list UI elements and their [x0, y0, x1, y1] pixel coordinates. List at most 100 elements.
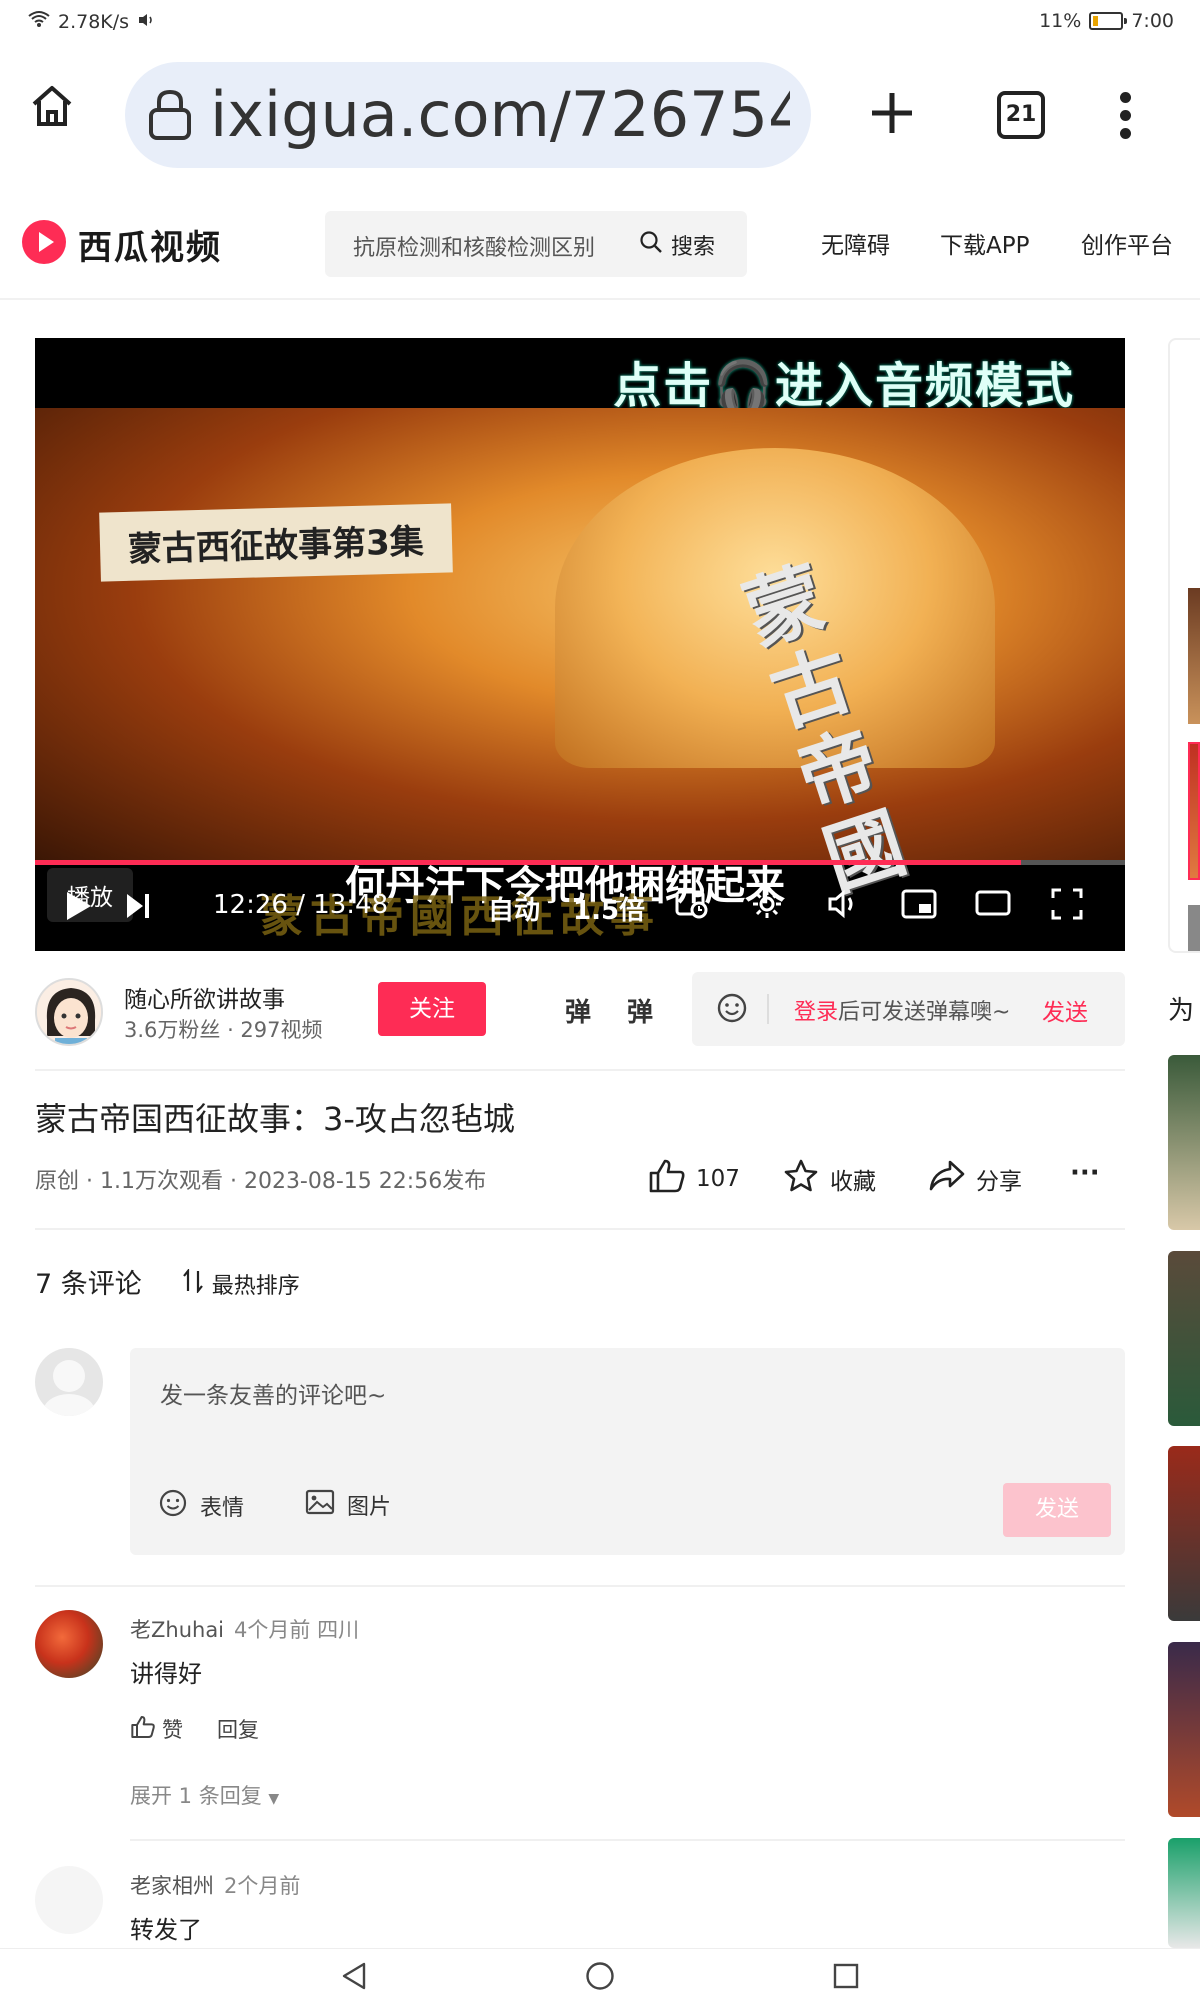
emoji-label: 表情 [200, 1496, 245, 1521]
author-name[interactable]: 随心所欲讲故事 [124, 980, 285, 1014]
sidebar-video-thumb[interactable] [1168, 1055, 1200, 1230]
volume-icon[interactable] [827, 888, 861, 927]
comment-text: 讲得好 [130, 1660, 202, 1688]
danmaku-input-bar[interactable]: 登录后可发送弹幕噢~ 发送 [692, 972, 1125, 1046]
nav-download-app[interactable]: 下载APP [940, 226, 1029, 260]
nav-creator-platform[interactable]: 创作平台 [1081, 226, 1173, 260]
comment-text: 转发了 [130, 1916, 202, 1944]
loop-icon[interactable] [675, 888, 709, 927]
video-frame: 蒙古西征故事第3集 蒙古帝國 何丹汗下令把他捆绑起来 播放 [35, 408, 1125, 922]
danmaku-settings-icon[interactable]: 弹 [627, 992, 653, 1029]
emoji-icon[interactable] [716, 992, 748, 1028]
danmaku-send-button[interactable]: 发送 [1042, 993, 1088, 1027]
divider [35, 1585, 1125, 1587]
comment-author[interactable]: 老Zhuhai 4个月前 四川 [130, 1614, 359, 1644]
logo-text: 西瓜视频 [78, 227, 222, 268]
comment-time: 2个月前 [224, 1874, 301, 1898]
caret-down-icon: ▼ [268, 1791, 280, 1807]
author-avatar[interactable] [35, 978, 103, 1046]
favorite-label: 收藏 [830, 1169, 876, 1195]
sidebar-thumbnail[interactable] [1188, 588, 1200, 724]
image-icon [305, 1488, 335, 1522]
share-button[interactable]: 分享 [928, 1158, 1022, 1200]
video-progress-bar[interactable] [35, 860, 1125, 865]
comment-send-button[interactable]: 发送 [1003, 1483, 1111, 1537]
auto-quality-button[interactable]: 自动 [488, 890, 540, 927]
comment-item: 老家相州 2个月前 转发了 [35, 1866, 1125, 1946]
share-label: 分享 [976, 1169, 1022, 1195]
video-time: 12:26 / 13:48 [213, 890, 389, 920]
comment-actions: 赞 回复 [130, 1714, 259, 1744]
comments-count: 7 条评论 [35, 1269, 142, 1300]
danmaku-toggle-icon[interactable]: 弹 [565, 992, 591, 1029]
search-button[interactable]: 搜索 [639, 229, 715, 261]
image-label: 图片 [347, 1495, 392, 1520]
fullscreen-icon[interactable] [1051, 888, 1083, 927]
danmaku-divider [767, 994, 769, 1024]
theater-mode-icon[interactable] [975, 888, 1011, 925]
user-avatar-placeholder [35, 1348, 103, 1416]
system-nav-bar [0, 1948, 1200, 2000]
picture-in-picture-icon[interactable] [901, 888, 937, 927]
home-icon[interactable] [30, 84, 74, 132]
more-options-button[interactable]: ··· [1070, 1158, 1100, 1188]
comment-image-button[interactable]: 图片 [305, 1488, 391, 1522]
site-search[interactable]: 抗原检测和核酸检测区别 搜索 [325, 211, 747, 277]
comment-item: 老Zhuhai 4个月前 四川 讲得好 赞 回复 展开 1 条回复 ▼ [35, 1610, 1125, 1810]
battery-icon [1089, 12, 1128, 30]
back-icon[interactable] [340, 1961, 368, 1995]
comment-emoji-button[interactable]: 表情 [158, 1488, 244, 1524]
comment-like-button[interactable]: 赞 [130, 1714, 183, 1744]
sidebar-video-thumb[interactable] [1168, 1251, 1200, 1426]
video-meta: 原创 · 1.1万次观看 · 2023-08-15 22:56发布 [35, 1169, 487, 1194]
video-player[interactable]: 点击🎧进入音频模式 蒙古西征故事第3集 蒙古帝國 何丹汗下令把他捆绑起来 播放 … [35, 338, 1125, 951]
favorite-button[interactable]: 收藏 [782, 1158, 876, 1200]
episode-tag: 蒙古西征故事第3集 [99, 503, 453, 582]
comment-placeholder: 发一条友善的评论吧~ [160, 1383, 387, 1409]
comment-reply-button[interactable]: 回复 [217, 1714, 259, 1744]
follow-button[interactable]: 关注 [378, 982, 486, 1036]
nav-accessibility[interactable]: 无障碍 [821, 226, 890, 260]
comment-author[interactable]: 老家相州 2个月前 [130, 1870, 300, 1900]
sidebar-video-thumb[interactable] [1168, 1446, 1200, 1621]
status-left: 2.78K/s [28, 10, 155, 33]
sidebar-video-thumb[interactable] [1168, 1838, 1200, 1948]
recents-square-icon[interactable] [832, 1962, 860, 1994]
thumbs-up-icon [130, 1715, 156, 1744]
settings-gear-icon[interactable] [751, 888, 783, 927]
speed-button[interactable]: 1.5倍 [573, 890, 645, 927]
comment-avatar[interactable] [35, 1866, 103, 1934]
more-menu-icon[interactable] [1120, 92, 1132, 146]
sidebar-heading: 为 [1168, 996, 1195, 1026]
divider [35, 1228, 1125, 1230]
emoji-icon [158, 1488, 188, 1524]
comments-header: 7 条评论 最热排序 [35, 1262, 300, 1301]
sidebar-thumbnail[interactable] [1188, 742, 1200, 880]
next-icon[interactable] [125, 892, 151, 927]
sidebar-thumbnail[interactable] [1188, 905, 1200, 951]
star-icon [782, 1158, 820, 1200]
home-circle-icon[interactable] [585, 1961, 615, 1995]
site-header: 西瓜视频 抗原检测和核酸检测区别 搜索 无障碍 下载APP 创作平台 [0, 196, 1200, 300]
url-text: ixigua.com/7267545209 [210, 80, 790, 150]
video-progress-fill [35, 860, 1022, 865]
play-icon[interactable] [65, 890, 93, 929]
address-bar[interactable]: ixigua.com/7267545209 [125, 62, 811, 168]
search-placeholder: 抗原检测和核酸检测区别 [353, 236, 596, 261]
lock-icon [147, 88, 193, 144]
sidebar-video-thumb[interactable] [1168, 1642, 1200, 1817]
comment-input-box[interactable]: 发一条友善的评论吧~ 表情 图片 发送 [130, 1348, 1125, 1555]
author-row: 随心所欲讲故事 3.6万粉丝 · 297视频 关注 弹 弹 登录后可发送弹幕噢~… [35, 970, 1125, 1060]
battery-text: 11% [1039, 10, 1082, 32]
like-button[interactable]: 107 [648, 1158, 740, 1200]
audio-mode-banner[interactable]: 点击🎧进入音频模式 [613, 346, 1075, 416]
danmaku-login-link[interactable]: 登录 [794, 1000, 838, 1025]
expand-replies-button[interactable]: 展开 1 条回复 ▼ [130, 1780, 279, 1810]
new-tab-button[interactable] [868, 88, 916, 144]
comment-avatar[interactable] [35, 1610, 103, 1678]
site-logo[interactable]: 西瓜视频 [20, 218, 222, 270]
sort-button[interactable]: 最热排序 [182, 1267, 300, 1300]
danmaku-placeholder: 登录后可发送弹幕噢~ [794, 994, 1024, 1026]
wifi-icon [28, 10, 50, 33]
tab-switcher-button[interactable]: 21 [997, 91, 1045, 139]
